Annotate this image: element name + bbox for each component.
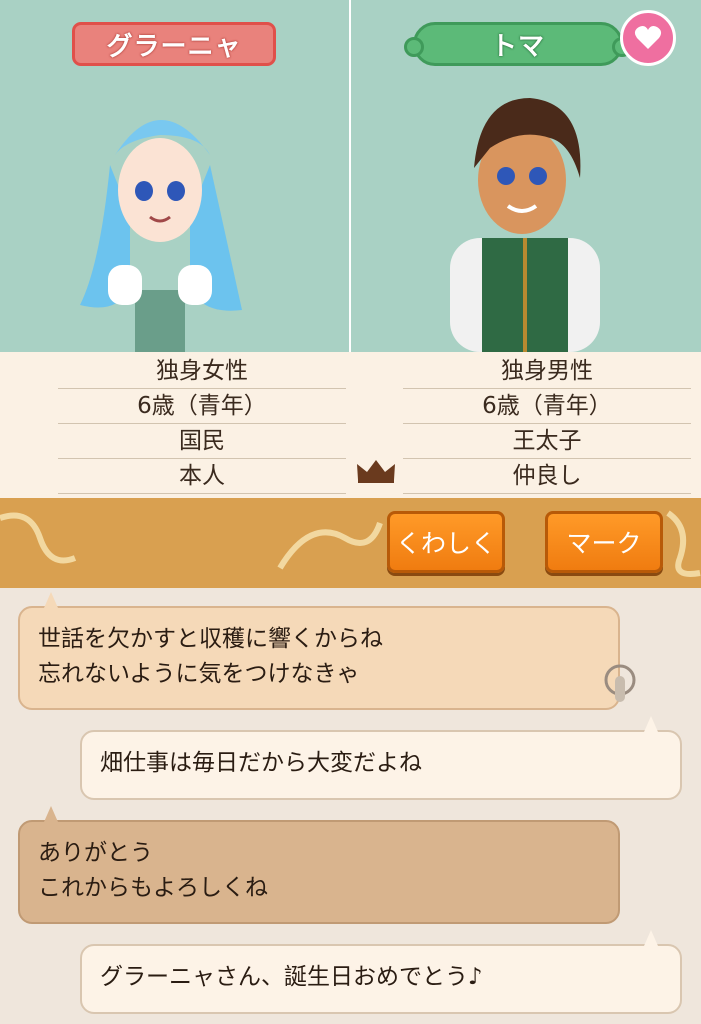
crown-icon bbox=[357, 460, 395, 483]
chat-bubble-right-2: グラーニャさん、誕生日おめでとう♪ bbox=[80, 944, 682, 1014]
left-info-rank: 国民 bbox=[58, 424, 346, 459]
left-info-status: 独身女性 bbox=[58, 354, 346, 389]
chat-bubble-left-1: 世話を欠かすと収穫に響くからね 忘れないように気をつけなきゃ bbox=[18, 606, 620, 710]
left-info-relation: 本人 bbox=[58, 459, 346, 494]
details-button[interactable]: くわしく bbox=[387, 511, 505, 573]
chat-bubble-right-1: 畑仕事は毎日だから大変だよね bbox=[80, 730, 682, 800]
bubble-tail bbox=[644, 716, 658, 732]
right-info-list: 独身男性 6歳（青年） 王太子 仲良し bbox=[403, 354, 691, 494]
bubble-tail bbox=[44, 806, 58, 822]
right-character-portrait bbox=[450, 98, 600, 352]
bubble-tail bbox=[44, 592, 58, 608]
right-info-rank: 王太子 bbox=[403, 424, 691, 459]
right-info-relation: 仲良し bbox=[403, 459, 691, 494]
right-info-status: 独身男性 bbox=[403, 354, 691, 389]
right-character-name: トマ bbox=[404, 22, 632, 66]
bubble-tail bbox=[644, 930, 658, 946]
left-character-name: グラーニャ bbox=[72, 22, 276, 66]
heart-icon[interactable] bbox=[620, 10, 676, 66]
mark-button[interactable]: マーク bbox=[545, 511, 663, 573]
left-info-age: 6歳（青年） bbox=[58, 389, 346, 424]
left-info-list: 独身女性 6歳（青年） 国民 本人 bbox=[58, 354, 346, 494]
left-character-portrait bbox=[80, 120, 242, 352]
chat-bubble-left-2: ありがとう これからもよろしくね bbox=[18, 820, 620, 924]
right-info-age: 6歳（青年） bbox=[403, 389, 691, 424]
tap-hand-icon[interactable] bbox=[602, 664, 640, 706]
